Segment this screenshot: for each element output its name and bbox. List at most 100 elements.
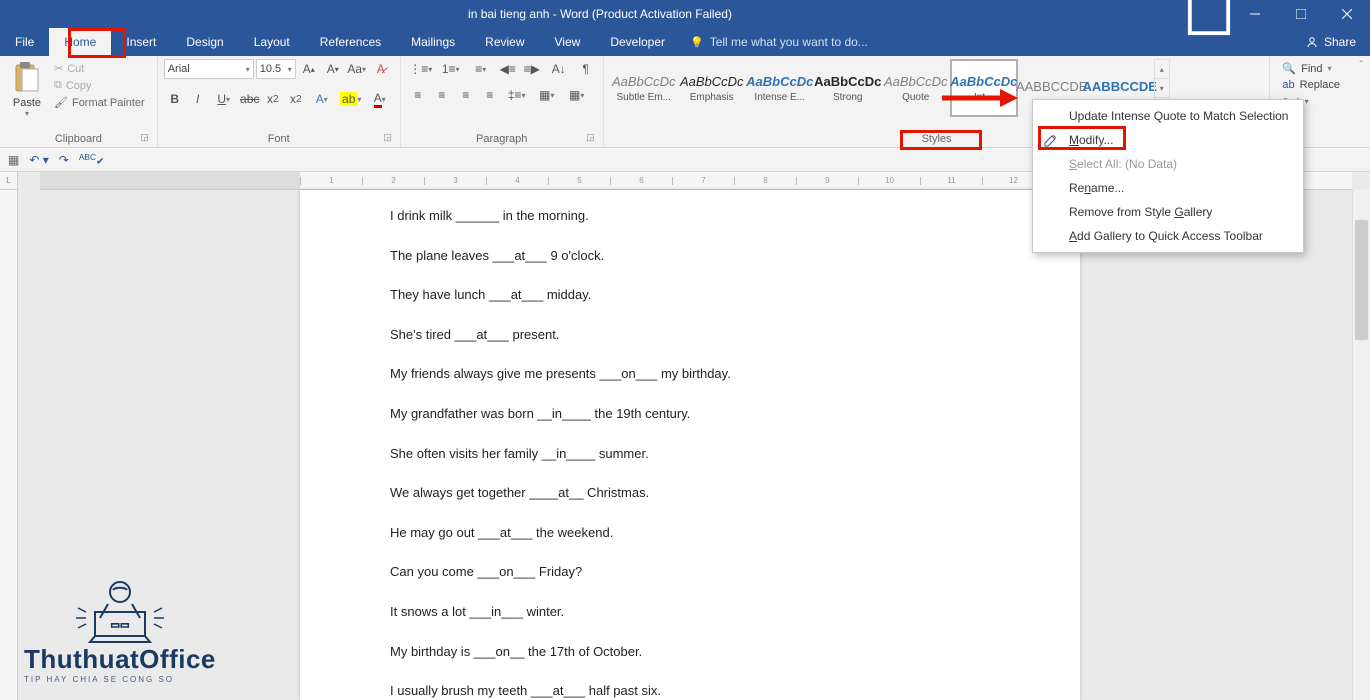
- grow-font-button[interactable]: A▴: [298, 59, 320, 79]
- menu-remove-from-gallery[interactable]: Remove from Style Gallery: [1033, 200, 1303, 224]
- redo-button[interactable]: ↷: [59, 153, 69, 167]
- lightbulb-icon: 💡: [690, 36, 704, 49]
- share-button[interactable]: Share: [1291, 28, 1370, 56]
- tab-mailings[interactable]: Mailings: [396, 28, 470, 56]
- paragraph-launcher[interactable]: ◲: [586, 132, 595, 143]
- line-spacing-button[interactable]: ‡≡▾: [503, 85, 531, 105]
- collapse-ribbon-button[interactable]: ˆ: [1352, 56, 1370, 147]
- document-line[interactable]: She often visits her family __in____ sum…: [390, 446, 990, 462]
- document-line[interactable]: It snows a lot ___in___ winter.: [390, 604, 990, 620]
- menu-add-to-qat[interactable]: Add Gallery to Quick Access Toolbar: [1033, 224, 1303, 248]
- style-preview: AaBbCcDc: [950, 74, 1017, 89]
- decrease-indent-button[interactable]: ◀≡: [497, 59, 519, 79]
- menu-select-all[interactable]: Select All: (No Data): [1033, 152, 1303, 176]
- menu-modify[interactable]: Modify...: [1033, 128, 1303, 152]
- align-center-button[interactable]: ≡: [431, 85, 453, 105]
- document-line[interactable]: My birthday is ___on__ the 17th of Octob…: [390, 644, 990, 660]
- tab-layout[interactable]: Layout: [239, 28, 305, 56]
- style-item[interactable]: AaBbCcDcStrong: [814, 59, 882, 117]
- subscript-button[interactable]: x2: [262, 89, 284, 109]
- style-preview: AaBbCcDc: [814, 74, 881, 89]
- bold-button[interactable]: B: [164, 89, 186, 109]
- font-size-combo[interactable]: 10.5▾: [256, 59, 296, 79]
- cut-button[interactable]: ✂Cut: [52, 61, 147, 76]
- copy-icon: ⧉: [54, 79, 62, 92]
- tab-references[interactable]: References: [305, 28, 396, 56]
- clipboard-launcher[interactable]: ◲: [140, 132, 149, 143]
- format-painter-button[interactable]: 🖌Format Painter: [52, 95, 147, 110]
- shading-button[interactable]: ▦▾: [533, 85, 561, 105]
- underline-button[interactable]: U▾: [210, 89, 238, 109]
- style-item[interactable]: AaBbCcDc Int...: [950, 59, 1018, 117]
- align-right-button[interactable]: ≡: [455, 85, 477, 105]
- style-item[interactable]: AaBbCcDcIntense E...: [746, 59, 814, 117]
- chevron-up-icon[interactable]: ▴: [1155, 60, 1169, 79]
- align-left-button[interactable]: ≡: [407, 85, 429, 105]
- minimize-button[interactable]: [1232, 0, 1278, 28]
- style-name: Emphasis: [681, 92, 743, 103]
- tab-view[interactable]: View: [540, 28, 596, 56]
- undo-button[interactable]: ↶ ▾: [29, 153, 48, 167]
- qat-button[interactable]: ▦: [8, 153, 19, 167]
- document-line[interactable]: The plane leaves ___at___ 9 o'clock.: [390, 248, 990, 264]
- chevron-down-icon[interactable]: ▾: [1155, 79, 1169, 98]
- highlight-button[interactable]: ab▾: [337, 89, 365, 109]
- scrollbar-thumb[interactable]: [1355, 220, 1368, 340]
- vertical-scrollbar[interactable]: [1352, 190, 1370, 700]
- numbering-button[interactable]: 1≡▾: [437, 59, 465, 79]
- watermark-subtitle: TIP HAY CHIA SE CONG SO: [24, 675, 216, 684]
- tell-me-search[interactable]: 💡 Tell me what you want to do...: [680, 28, 878, 56]
- italic-button[interactable]: I: [187, 89, 209, 109]
- font-launcher[interactable]: ◲: [383, 132, 392, 143]
- maximize-button[interactable]: [1278, 0, 1324, 28]
- bullets-button[interactable]: ⋮≡▾: [407, 59, 435, 79]
- copy-button[interactable]: ⧉Copy: [52, 78, 147, 93]
- paste-button[interactable]: Paste ▾: [6, 59, 48, 118]
- tab-developer[interactable]: Developer: [595, 28, 680, 56]
- group-paragraph: ⋮≡▾ 1≡▾ ≡▾ ◀≡ ≡▶ A↓ ¶ ≡ ≡ ≡ ≡ ‡≡▾ ▦▾ ▦▾: [401, 56, 604, 147]
- replace-button[interactable]: abReplace: [1280, 78, 1342, 92]
- style-item[interactable]: AaBbCcDcEmphasis: [678, 59, 746, 117]
- ribbon-display-options[interactable]: [1186, 0, 1232, 37]
- menu-rename[interactable]: Rename...: [1033, 176, 1303, 200]
- show-hide-button[interactable]: ¶: [575, 59, 597, 79]
- text-effects-button[interactable]: A▾: [308, 89, 336, 109]
- change-case-button[interactable]: Aa▾: [346, 59, 368, 79]
- clear-formatting-button[interactable]: A̷: [370, 59, 392, 79]
- sort-button[interactable]: A↓: [545, 59, 573, 79]
- borders-button[interactable]: ▦▾: [563, 85, 591, 105]
- document-page[interactable]: I drink milk ______ in the morning. The p…: [300, 190, 1080, 700]
- document-line[interactable]: I drink milk ______ in the morning.: [390, 208, 990, 224]
- tab-home[interactable]: Home: [49, 28, 111, 56]
- font-color-button[interactable]: A▾: [366, 89, 394, 109]
- increase-indent-button[interactable]: ≡▶: [521, 59, 543, 79]
- style-name: Int...: [954, 92, 1014, 103]
- document-line[interactable]: Can you come ___on___ Friday?: [390, 564, 990, 580]
- document-line[interactable]: My grandfather was born __in____ the 19t…: [390, 406, 990, 422]
- superscript-button[interactable]: x2: [285, 89, 307, 109]
- font-name-combo[interactable]: Arial▾: [164, 59, 254, 79]
- document-line[interactable]: I usually brush my teeth ___at___ half p…: [390, 683, 990, 699]
- menu-update-to-match[interactable]: Update Intense Quote to Match Selection: [1033, 104, 1303, 128]
- find-button[interactable]: 🔍Find ▾: [1280, 61, 1342, 76]
- spelling-button[interactable]: ABC✔: [79, 152, 105, 167]
- group-clipboard: Paste ▾ ✂Cut ⧉Copy 🖌Format Painter Clipb…: [0, 56, 158, 147]
- document-line[interactable]: He may go out ___at___ the weekend.: [390, 525, 990, 541]
- style-item[interactable]: AaBbCcDcSubtle Em...: [610, 59, 678, 117]
- style-item[interactable]: AaBbCcDcQuote: [882, 59, 950, 117]
- justify-button[interactable]: ≡: [479, 85, 501, 105]
- document-line[interactable]: We always get together ____at__ Christma…: [390, 485, 990, 501]
- tab-insert[interactable]: Insert: [111, 28, 171, 56]
- shrink-font-button[interactable]: A▾: [322, 59, 344, 79]
- document-line[interactable]: She's tired ___at___ present.: [390, 327, 990, 343]
- tab-design[interactable]: Design: [171, 28, 238, 56]
- document-line[interactable]: My friends always give me presents ___on…: [390, 366, 990, 382]
- close-button[interactable]: [1324, 0, 1370, 28]
- group-font: Arial▾ 10.5▾ A▴ A▾ Aa▾ A̷ B I U▾ abc x2 …: [158, 56, 401, 147]
- multilevel-button[interactable]: ≡▾: [467, 59, 495, 79]
- tab-file[interactable]: File: [0, 28, 49, 56]
- vertical-ruler[interactable]: [0, 190, 18, 700]
- tab-review[interactable]: Review: [470, 28, 539, 56]
- document-line[interactable]: They have lunch ___at___ midday.: [390, 287, 990, 303]
- strikethrough-button[interactable]: abc: [239, 89, 261, 109]
